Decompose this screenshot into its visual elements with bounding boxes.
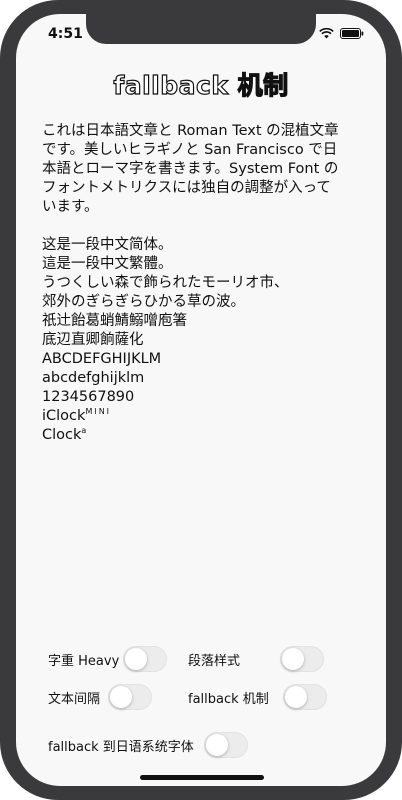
jp-fallback-switch[interactable] [203,732,248,758]
text-line: 1234567890 [42,389,135,405]
paragraph-style-label: 段落样式 [188,653,241,669]
paragraph-line: フォントメトリクスには独自の調整が入って [42,180,331,196]
paragraph-line: これは日本語文章と Roman Text の混植文章 [42,123,339,139]
spacing-label: 文本间隔 [48,691,101,707]
text-line: ABCDEFGHIJKLM [42,351,162,367]
battery-icon [340,28,364,39]
mixed-paragraph: これは日本語文章と Roman Text の混植文章 です。美しいヒラギノと S… [42,122,370,217]
text-line: 这是一段中文简体。 [42,237,173,253]
paragraph-line: です。美しいヒラギノと San Francisco で日 [42,142,338,158]
screen: 4:51 fallback 机制 これは日本語文章と Roman Text の混… [16,14,386,786]
fallback-label: fallback 机制 [188,691,269,707]
jp-fallback-control: fallback 到日语系统字体 [48,732,248,758]
iclock-superscript: MINI [85,407,112,417]
clock-line: Clocka [42,426,370,445]
clock-text: Clock [42,427,82,443]
fallback-control: fallback 机制 [188,684,327,710]
text-line: 郊外のぎらぎらひかる草の波。 [42,294,245,310]
paragraph-line: 本語とローマ字を書きます。System Font の [42,161,339,177]
text-spacing-switch[interactable] [108,684,153,710]
fallback-switch[interactable] [282,684,327,710]
text-line: 這是一段中文繁體。 [42,256,173,272]
text-line: 底辺直卿餉薩化 [42,332,144,348]
weight-heavy-switch[interactable] [123,646,168,672]
text-line: 祇辻飴葛蛸鯖鰯噌庖箸 [42,313,187,329]
iclock-text: iClock [42,408,86,424]
clock-superscript: a [81,426,89,436]
status-time: 4:51 [48,26,83,42]
paragraph-style-control: 段落样式 [188,646,325,672]
text-line: abcdefghijklm [42,370,145,386]
iclock-line: iClockMINI [42,407,370,426]
weight-control: 字重 Heavy [48,646,168,672]
notch [86,14,316,44]
spacing-control: 文本间隔 [48,684,153,710]
home-indicator[interactable] [140,775,264,780]
page-title: fallback 机制 [113,70,289,100]
text-line: うつくしい森で飾られたモーリオ市、 [42,275,289,291]
sample-text: これは日本語文章と Roman Text の混植文章 です。美しいヒラギノと S… [42,122,370,445]
paragraph-line: います。 [42,199,99,215]
device-frame: 4:51 fallback 机制 これは日本語文章と Roman Text の混… [0,0,402,800]
status-icons [319,28,364,39]
paragraph-style-switch[interactable] [280,646,325,672]
weight-label: 字重 Heavy [48,653,120,669]
wifi-icon [319,28,334,39]
jp-fallback-label: fallback 到日语系统字体 [48,739,194,755]
